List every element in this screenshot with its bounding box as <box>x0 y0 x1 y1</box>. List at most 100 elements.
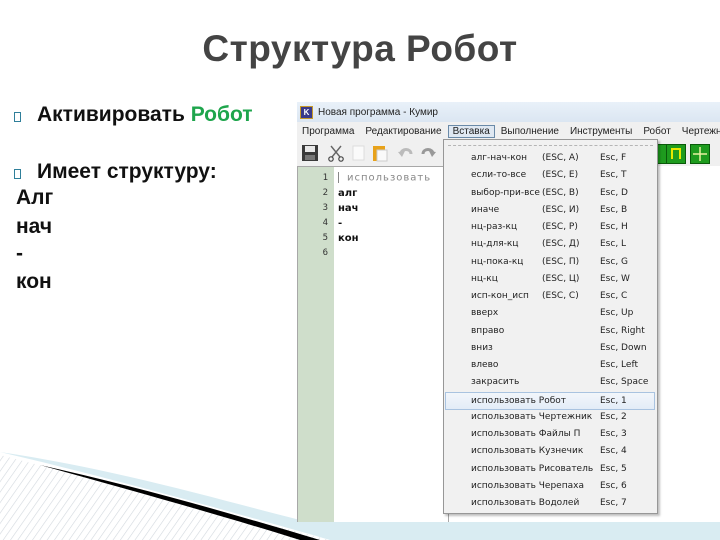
menu-item-esc-shortcut: (ESC, B) <box>542 187 579 198</box>
menu-item-shortcut: Esc, Right <box>600 325 645 336</box>
robot-highlight: Робот <box>190 103 253 126</box>
structure-line-dash: - <box>16 242 23 265</box>
code-editor[interactable]: 1 2 3 4 5 6 использовать алг нач - кон <box>297 166 449 522</box>
bullet-structure: Имеет структуру: <box>14 160 217 184</box>
insert-menu-item[interactable]: использовать Робот Esc, 1 <box>445 391 655 410</box>
menu-item-shortcut: Esc, 7 <box>600 498 627 508</box>
menu-program[interactable]: Программа <box>297 125 359 138</box>
menu-robot[interactable]: Робот <box>638 125 675 138</box>
code-line-1: использовать <box>338 172 431 184</box>
menu-item-label: использовать Робот <box>471 395 566 406</box>
insert-menu-item[interactable]: влево Esc, Left <box>446 357 654 374</box>
menu-item-label: выбор-при-все <box>471 187 540 198</box>
text-cursor <box>338 172 339 183</box>
menu-item-shortcut: Esc, B <box>600 204 628 215</box>
insert-menu-item[interactable]: нц-раз-кц (ESC, P) Esc, H <box>446 219 654 236</box>
menu-item-label: вниз <box>471 342 493 353</box>
insert-menu-item[interactable]: использовать Файлы П Esc, 3 <box>446 426 654 443</box>
insert-menu-item[interactable]: если-то-все (ESC, E) Esc, T <box>446 167 654 184</box>
menu-item-shortcut: Esc, 2 <box>600 411 627 422</box>
insert-menu-item[interactable]: вниз Esc, Down <box>446 340 654 357</box>
insert-menu-item[interactable]: использовать Чертежник Esc, 2 <box>446 409 654 426</box>
copy-icon[interactable] <box>349 144 367 162</box>
insert-dropdown-menu: алг-нач-кон (ESC, A) Esc, F если-то-все (ESC… <box>443 139 658 514</box>
undo-icon[interactable] <box>397 144 415 162</box>
menu-item-shortcut: Esc, T <box>600 170 627 181</box>
insert-menu-item[interactable]: нц-кц (ESC, Ц) Esc, W <box>446 271 654 288</box>
menu-item-shortcut: Esc, C <box>600 291 628 301</box>
insert-menu-item[interactable]: вверх Esc, Up <box>446 305 654 322</box>
insert-menu-item[interactable]: нц-для-кц (ESC, Д) Esc, L <box>446 236 654 253</box>
menu-item-esc-shortcut: (ESC, E) <box>542 170 579 181</box>
menu-item-shortcut: Esc, Down <box>600 342 647 353</box>
menu-item-shortcut: Esc, Space <box>600 377 649 388</box>
insert-menu-item[interactable]: нц-пока-кц (ESC, П) Esc, G <box>446 254 654 271</box>
insert-menu-item[interactable]: закрасить Esc, Space <box>446 374 654 391</box>
grid-icon <box>693 147 707 161</box>
menu-edit[interactable]: Редактирование <box>360 125 446 138</box>
code-line-4: - <box>338 218 343 229</box>
code-line-3: нач <box>338 203 359 214</box>
insert-menu-item[interactable]: использовать Кузнечик Esc, 4 <box>446 443 654 460</box>
menu-item-label: нц-кц <box>471 273 498 284</box>
menu-item-esc-shortcut: (ESC, P) <box>542 222 578 232</box>
robot-cross-button[interactable] <box>690 144 710 164</box>
menu-tools[interactable]: Инструменты <box>565 125 637 138</box>
menu-item-label: нц-раз-кц <box>471 222 518 232</box>
menu-item-shortcut: Esc, G <box>600 256 629 267</box>
code-line-text: использовать <box>347 172 432 184</box>
menu-drawer[interactable]: Чертежник <box>677 125 720 138</box>
menu-item-label: нц-пока-кц <box>471 256 524 267</box>
menu-item-label: иначе <box>471 204 500 215</box>
menu-item-label: алг-нач-кон <box>471 153 528 163</box>
menu-item-shortcut: Esc, W <box>600 273 630 284</box>
menu-item-label: вверх <box>471 308 499 319</box>
structure-line-alg: Алг <box>16 186 54 209</box>
insert-menu-item[interactable]: использовать Черепаха Esc, 6 <box>446 478 654 495</box>
menu-item-label: использовать Рисователь <box>471 463 594 474</box>
menu-item-label: использовать Водолей <box>471 498 580 508</box>
robot-field-button[interactable] <box>666 144 686 164</box>
bullet-icon <box>14 111 21 122</box>
kumir-app-icon: K <box>300 105 313 119</box>
insert-menu-item[interactable]: вправо Esc, Right <box>446 323 654 340</box>
line-number: 2 <box>322 188 328 198</box>
menu-item-label: использовать Файлы П <box>471 429 581 439</box>
menu-item-shortcut: Esc, 3 <box>600 429 627 439</box>
insert-menu-item[interactable]: иначе (ESC, И) Esc, B <box>446 202 654 219</box>
menu-item-shortcut: Esc, 1 <box>600 395 627 406</box>
menu-item-label: если-то-все <box>471 170 527 181</box>
menu-insert[interactable]: Вставка <box>447 124 495 138</box>
paste-icon[interactable] <box>371 144 389 162</box>
menu-item-esc-shortcut: (ESC, Д) <box>542 239 580 250</box>
save-icon[interactable] <box>301 144 319 162</box>
menu-run[interactable]: Выполнение <box>496 125 564 138</box>
insert-menu-item[interactable]: выбор-при-все (ESC, B) Esc, D <box>446 185 654 202</box>
insert-menu-item[interactable]: исп-кон_исп (ESC, C) Esc, C <box>446 288 654 305</box>
line-number: 5 <box>322 233 328 243</box>
menu-item-shortcut: Esc, 5 <box>600 463 627 474</box>
menu-separator <box>448 145 653 146</box>
menu-item-shortcut: Esc, D <box>600 187 628 198</box>
code-line-2: алг <box>338 188 358 199</box>
menu-bar: Программа Редактирование Вставка Выполне… <box>297 122 720 140</box>
menu-item-esc-shortcut: (ESC, П) <box>542 256 580 267</box>
menu-item-label: исп-кон_исп <box>471 291 529 301</box>
insert-menu-item[interactable]: использовать Водолей Esc, 7 <box>446 495 654 512</box>
menu-item-esc-shortcut: (ESC, A) <box>542 153 579 163</box>
redo-icon[interactable] <box>419 144 437 162</box>
structure-line-kon: кон <box>16 270 52 293</box>
menu-item-label: влево <box>471 360 499 370</box>
menu-item-label: закрасить <box>471 377 520 388</box>
bullet-icon <box>14 168 21 179</box>
bullet-text: Имеет структуру: <box>37 160 217 183</box>
cut-icon[interactable] <box>327 144 345 162</box>
menu-item-shortcut: Esc, Up <box>600 308 634 319</box>
menu-item-label: вправо <box>471 325 505 336</box>
insert-menu-item[interactable]: использовать Рисователь Esc, 5 <box>446 461 654 478</box>
title-bar: K Новая программа - Кумир <box>297 102 720 122</box>
bullet-activate: Активировать Робот <box>14 103 253 127</box>
menu-item-shortcut: Esc, H <box>600 222 628 232</box>
insert-menu-item[interactable]: алг-нач-кон (ESC, A) Esc, F <box>446 150 654 167</box>
menu-item-esc-shortcut: (ESC, C) <box>542 291 579 301</box>
